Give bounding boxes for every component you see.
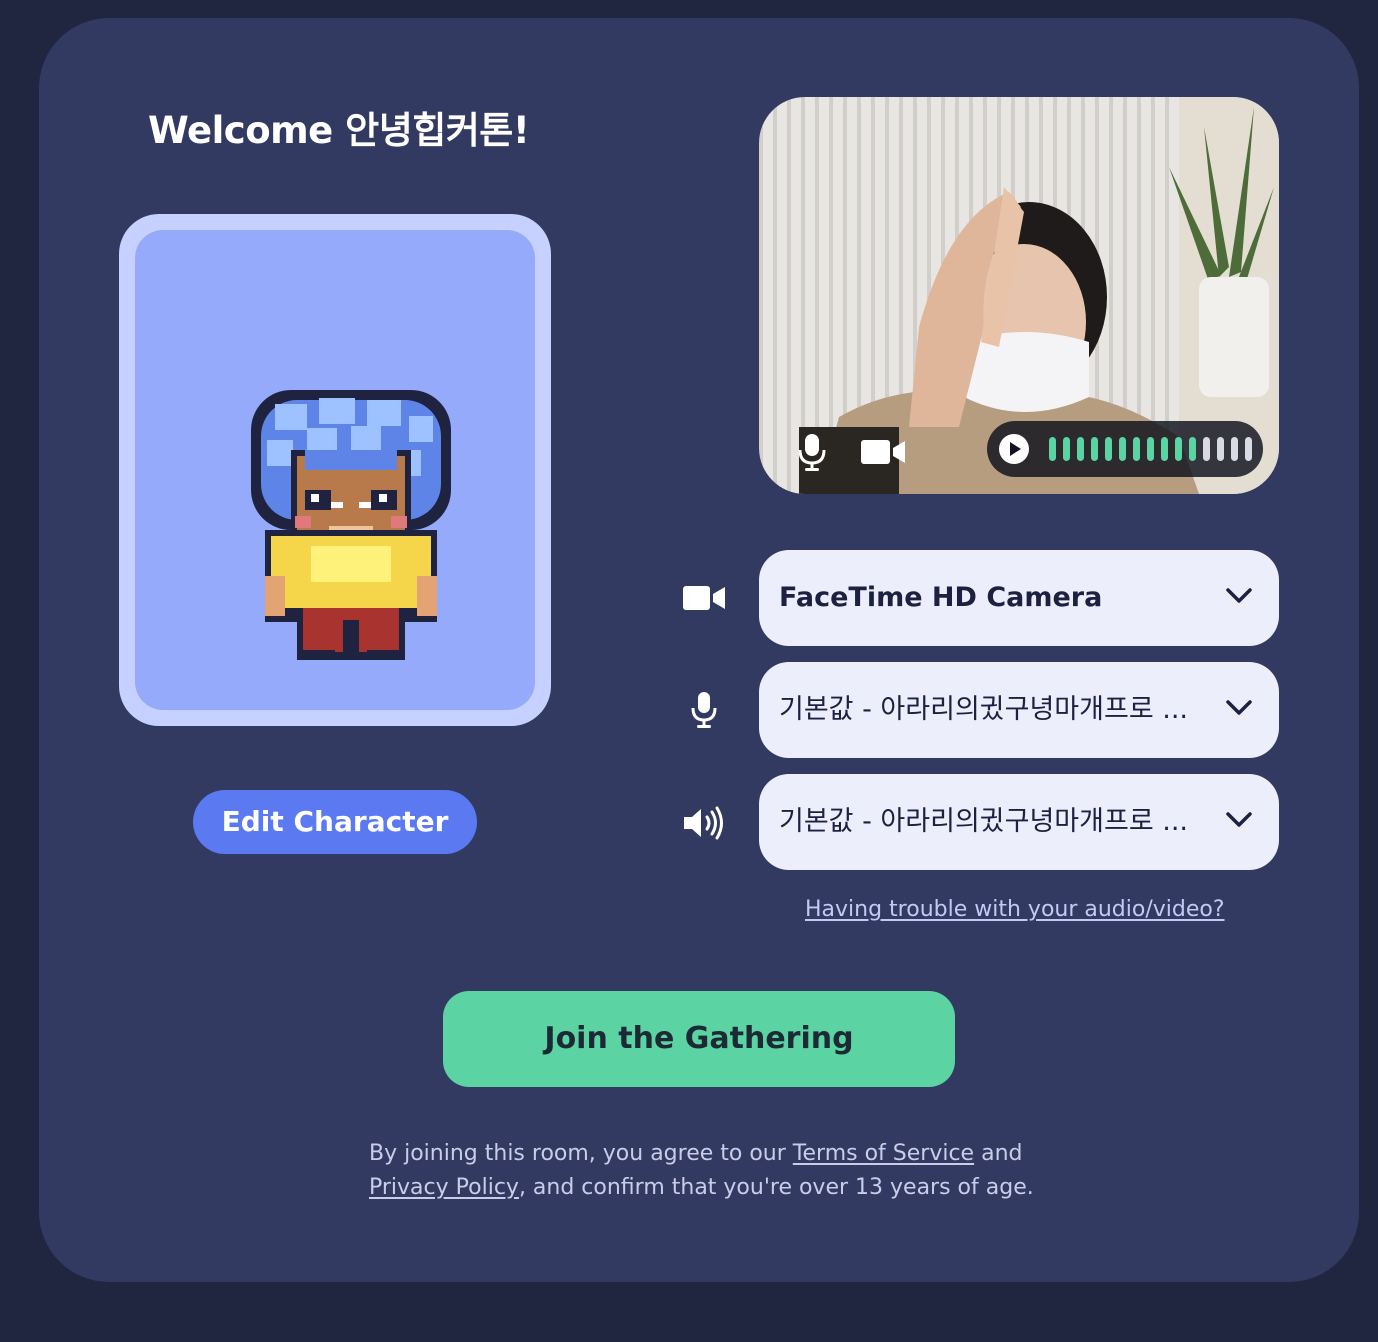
microphone-select[interactable]: 기본값 - 아라리의귔구녕마개프로 ... <box>759 662 1279 758</box>
audio-level-bar <box>1217 437 1224 461</box>
speaker-select[interactable]: 기본값 - 아라리의귔구녕마개프로 ... <box>759 774 1279 870</box>
camera-select[interactable]: FaceTime HD Camera <box>759 550 1279 646</box>
audio-level-meter <box>987 421 1263 477</box>
speaker-icon <box>684 806 723 840</box>
chevron-down-icon <box>1226 588 1252 603</box>
audio-level-bar <box>1077 437 1084 461</box>
audio-level-bar <box>1049 437 1056 461</box>
edit-character-button[interactable]: Edit Character <box>193 790 477 854</box>
avatar-frame <box>119 214 551 726</box>
audio-level-bar <box>1231 437 1238 461</box>
character-sprite <box>251 390 451 660</box>
microphone-select-value: 기본값 - 아라리의귔구녕마개프로 ... <box>779 694 1188 725</box>
audio-level-bar <box>1105 437 1112 461</box>
chevron-down-icon <box>1226 700 1252 715</box>
video-camera-icon[interactable] <box>861 438 905 466</box>
speaker-select-value: 기본값 - 아라리의귔구녕마개프로 ... <box>779 806 1188 837</box>
audio-level-bar <box>1063 437 1070 461</box>
privacy-policy-link[interactable]: Privacy Policy <box>369 1175 519 1200</box>
legal-suffix: , and confirm that you're over 13 years … <box>518 1175 1034 1200</box>
audio-level-bar <box>1175 437 1182 461</box>
legal-notice: By joining this room, you agree to our T… <box>369 1137 1069 1205</box>
audio-level-bar <box>1147 437 1154 461</box>
audio-level-bar <box>1189 437 1196 461</box>
welcome-title: Welcome 안녕힙커톤! <box>148 109 530 152</box>
audio-level-bar <box>1091 437 1098 461</box>
microphone-icon <box>691 692 717 728</box>
audio-level-bar <box>1133 437 1140 461</box>
audio-level-bar <box>1245 437 1252 461</box>
camera-preview <box>759 97 1279 494</box>
microphone-icon[interactable] <box>797 432 827 472</box>
audio-level-bars <box>1049 437 1252 461</box>
video-camera-icon <box>683 586 725 610</box>
chevron-down-icon <box>1226 812 1252 827</box>
audio-level-bar <box>1203 437 1210 461</box>
legal-and: and <box>974 1141 1023 1166</box>
terms-of-service-link[interactable]: Terms of Service <box>793 1141 974 1166</box>
camera-select-value: FaceTime HD Camera <box>779 582 1103 613</box>
av-trouble-link[interactable]: Having trouble with your audio/video? <box>805 897 1225 922</box>
audio-level-bar <box>1119 437 1126 461</box>
legal-prefix: By joining this room, you agree to our <box>369 1141 793 1166</box>
play-icon[interactable] <box>999 434 1029 464</box>
avatar-preview <box>135 230 535 710</box>
audio-level-bar <box>1161 437 1168 461</box>
join-gathering-button[interactable]: Join the Gathering <box>443 991 955 1087</box>
